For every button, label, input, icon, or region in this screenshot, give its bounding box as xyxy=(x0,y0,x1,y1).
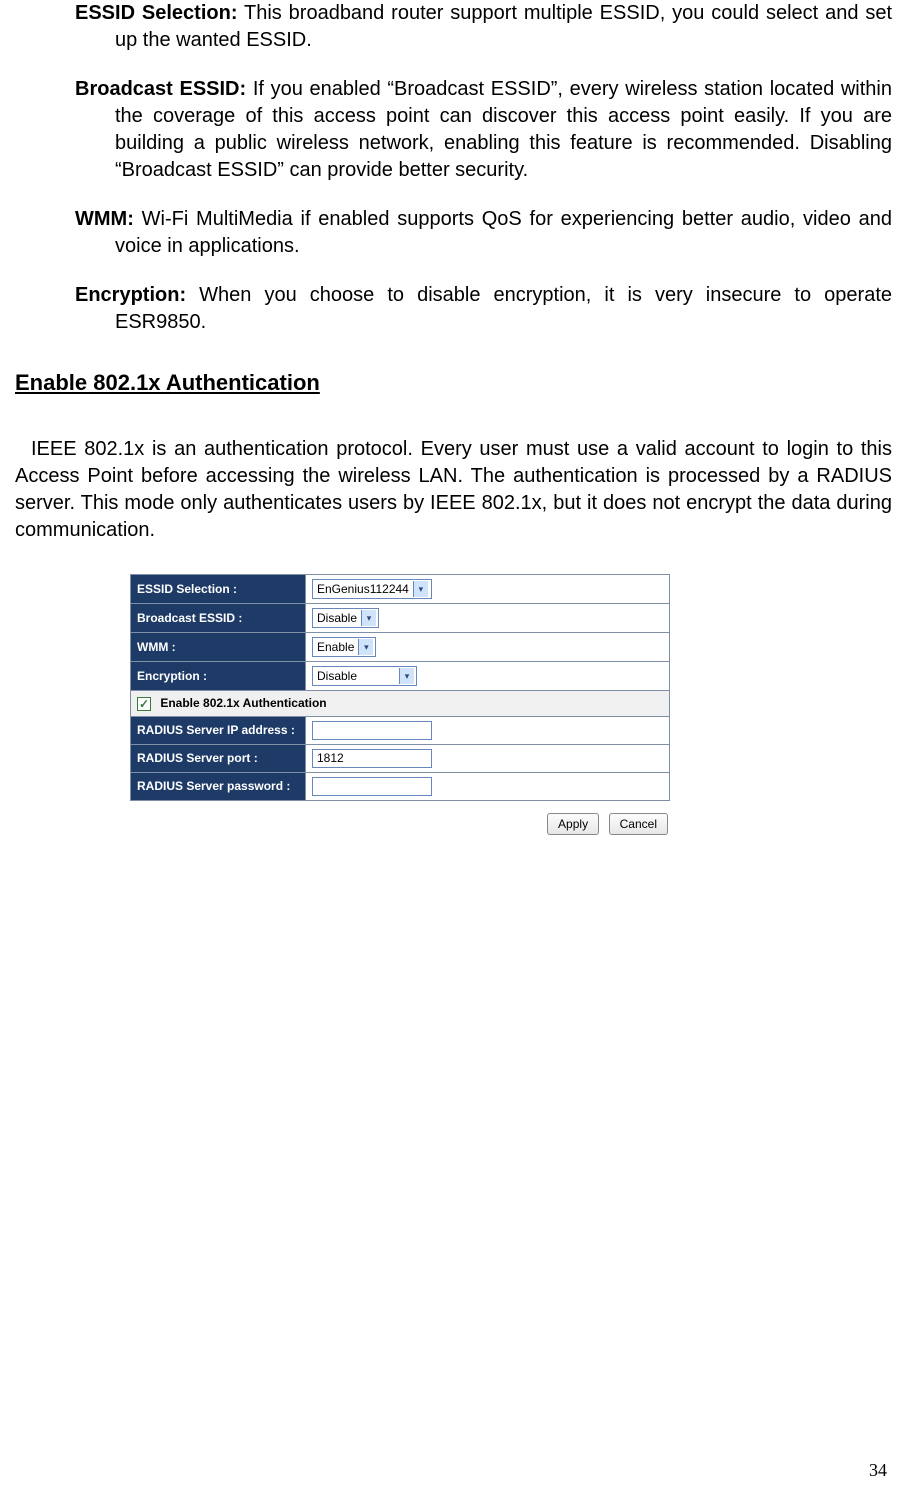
term-broadcast: Broadcast ESSID: xyxy=(75,78,246,100)
essid-select[interactable]: EnGenius112244 ▾ xyxy=(312,579,432,599)
def-wmm: WMM: Wi-Fi MultiMedia if enabled support… xyxy=(45,206,892,260)
label-encryption: Encryption : xyxy=(131,661,306,690)
cell-wmm: Enable ▾ xyxy=(306,632,670,661)
cell-radius-password xyxy=(306,772,670,800)
label-essid-selection: ESSID Selection : xyxy=(131,574,306,603)
enable-8021x-label: Enable 802.1x Authentication xyxy=(160,696,326,710)
text-encryption: When you choose to disable encryption, i… xyxy=(115,284,892,333)
encryption-select-value: Disable xyxy=(317,668,357,684)
intro-paragraph: IEEE 802.1x is an authentication protoco… xyxy=(15,436,892,544)
chevron-down-icon: ▾ xyxy=(358,639,373,655)
wmm-select[interactable]: Enable ▾ xyxy=(312,637,376,657)
radius-password-input[interactable] xyxy=(312,777,432,796)
broadcast-select-value: Disable xyxy=(317,610,357,626)
label-radius-ip: RADIUS Server IP address : xyxy=(131,716,306,744)
cell-encryption: Disable ▾ xyxy=(306,661,670,690)
term-wmm: WMM: xyxy=(75,208,134,230)
cancel-button[interactable]: Cancel xyxy=(609,813,668,835)
label-wmm: WMM : xyxy=(131,632,306,661)
chevron-down-icon: ▾ xyxy=(399,668,414,684)
radius-ip-input[interactable] xyxy=(312,721,432,740)
def-broadcast-essid: Broadcast ESSID: If you enabled “Broadca… xyxy=(45,76,892,184)
encryption-select[interactable]: Disable ▾ xyxy=(312,666,417,686)
cell-radius-port xyxy=(306,744,670,772)
essid-select-value: EnGenius112244 xyxy=(317,581,409,597)
def-encryption: Encryption: When you choose to disable e… xyxy=(45,282,892,336)
term-essid: ESSID Selection: xyxy=(75,2,237,24)
section-heading: Enable 802.1x Authentication xyxy=(15,368,892,398)
form-buttons: Apply Cancel xyxy=(130,801,670,836)
label-radius-password: RADIUS Server password : xyxy=(131,772,306,800)
wmm-select-value: Enable xyxy=(317,639,354,655)
label-radius-port: RADIUS Server port : xyxy=(131,744,306,772)
cell-broadcast-essid: Disable ▾ xyxy=(306,603,670,632)
chevron-down-icon: ▾ xyxy=(413,581,428,597)
chevron-down-icon: ▾ xyxy=(361,610,376,626)
term-encryption: Encryption: xyxy=(75,284,186,306)
page-number: 34 xyxy=(869,1458,887,1482)
cell-essid-selection: EnGenius112244 ▾ xyxy=(306,574,670,603)
def-essid-selection: ESSID Selection: This broadband router s… xyxy=(45,0,892,54)
apply-button[interactable]: Apply xyxy=(547,813,599,835)
enable-8021x-checkbox[interactable]: ✓ xyxy=(137,697,151,711)
row-enable-8021x: ✓ Enable 802.1x Authentication xyxy=(131,690,670,716)
broadcast-select[interactable]: Disable ▾ xyxy=(312,608,379,628)
cell-radius-ip xyxy=(306,716,670,744)
label-broadcast-essid: Broadcast ESSID : xyxy=(131,603,306,632)
radius-port-input[interactable] xyxy=(312,749,432,768)
config-form-table: ESSID Selection : EnGenius112244 ▾ Broad… xyxy=(130,574,670,801)
text-wmm: Wi-Fi MultiMedia if enabled supports QoS… xyxy=(115,208,892,257)
